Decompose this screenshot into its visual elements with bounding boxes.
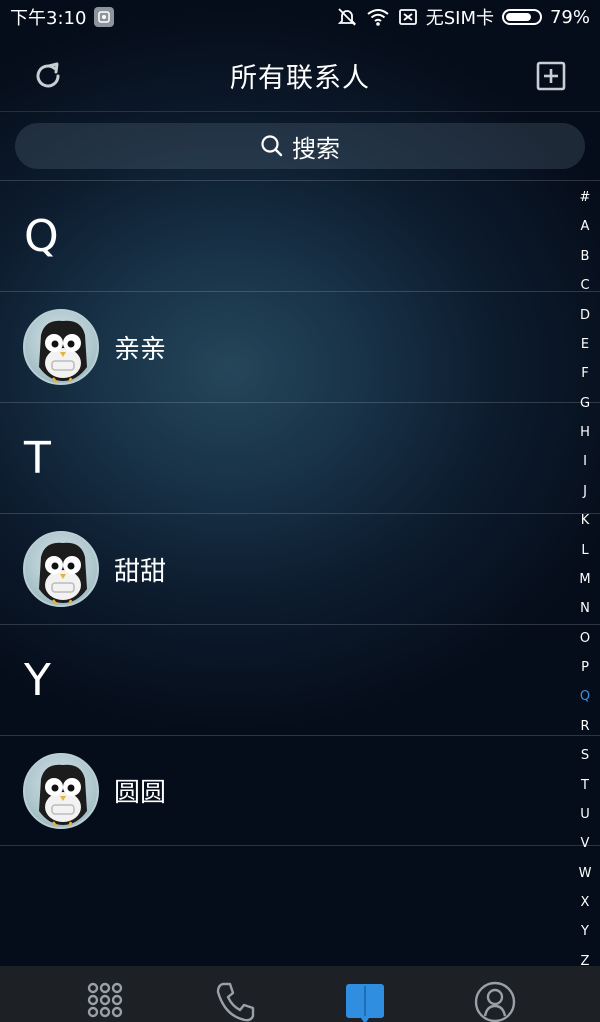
index-letter-hash[interactable]: # bbox=[580, 190, 591, 206]
index-letter-n[interactable]: N bbox=[580, 601, 590, 617]
contact-name: 圆圆 bbox=[114, 778, 167, 808]
carrier-label: 无SIM卡 bbox=[425, 8, 494, 29]
index-letter-r[interactable]: R bbox=[580, 719, 589, 735]
index-letter-t[interactable]: T bbox=[581, 778, 589, 794]
phone-icon bbox=[216, 982, 255, 1022]
contact-list: Q 亲亲 T 甜甜 Y 圆圆 bbox=[0, 180, 600, 846]
avatar bbox=[23, 531, 99, 607]
mute-bell-icon bbox=[337, 8, 356, 26]
search-label: 搜索 bbox=[292, 134, 340, 163]
status-time: 下午3:10 bbox=[10, 8, 87, 29]
index-letter-u[interactable]: U bbox=[580, 807, 590, 823]
index-letter-d[interactable]: D bbox=[580, 308, 590, 324]
owl-avatar-icon bbox=[39, 320, 87, 383]
notification-app-icon bbox=[94, 7, 115, 27]
index-letter-c[interactable]: C bbox=[580, 278, 589, 294]
section-letter: Q bbox=[24, 210, 59, 262]
section-header-y: Y bbox=[0, 624, 600, 735]
contact-name: 亲亲 bbox=[114, 334, 167, 365]
nav-dialpad[interactable] bbox=[75, 980, 135, 1022]
index-letter-s[interactable]: S bbox=[581, 748, 589, 764]
nav-calls[interactable] bbox=[205, 980, 265, 1022]
refresh-icon[interactable] bbox=[30, 58, 66, 94]
contact-row[interactable]: 亲亲 bbox=[0, 291, 600, 402]
index-letter-y[interactable]: Y bbox=[581, 924, 589, 940]
owl-avatar-icon bbox=[39, 542, 87, 605]
contact-name: 甜甜 bbox=[114, 556, 167, 587]
index-letter-a[interactable]: A bbox=[581, 219, 590, 235]
status-right: 无SIM卡 79% bbox=[336, 4, 590, 30]
page-title: 所有联系人 bbox=[230, 63, 370, 94]
dialpad-icon bbox=[87, 982, 123, 1018]
index-letter-p[interactable]: P bbox=[581, 660, 589, 676]
index-letter-h[interactable]: H bbox=[580, 425, 590, 441]
title-bar: 所有联系人 bbox=[0, 40, 600, 112]
index-letter-w[interactable]: W bbox=[579, 866, 592, 882]
no-sim-icon bbox=[398, 9, 417, 25]
bottom-nav bbox=[0, 966, 600, 1022]
battery-icon bbox=[501, 9, 542, 25]
section-header-t: T bbox=[0, 402, 600, 513]
avatar bbox=[23, 309, 99, 385]
index-letter-o[interactable]: O bbox=[580, 631, 590, 647]
alphabet-index[interactable]: # A B C D E F G H I J K L M N O P Q R S T U V W X Y Z bbox=[570, 190, 600, 970]
section-header-q: Q bbox=[0, 180, 600, 291]
index-letter-k[interactable]: K bbox=[581, 513, 590, 529]
search-input[interactable]: 搜索 bbox=[15, 123, 585, 169]
index-letter-g[interactable]: G bbox=[580, 396, 590, 412]
status-left: 下午3:10 bbox=[10, 4, 115, 30]
index-letter-i[interactable]: I bbox=[583, 454, 587, 470]
contact-row[interactable]: 圆圆 bbox=[0, 735, 600, 846]
index-letter-l[interactable]: L bbox=[581, 543, 588, 559]
nav-profile[interactable] bbox=[465, 980, 525, 1022]
add-contact-icon[interactable] bbox=[533, 58, 569, 94]
index-letter-b[interactable]: B bbox=[581, 249, 590, 265]
contact-row[interactable]: 甜甜 bbox=[0, 513, 600, 624]
index-letter-f[interactable]: F bbox=[581, 366, 588, 382]
status-bar: 下午3:10 无SIM卡 79% bbox=[0, 0, 600, 34]
section-letter: T bbox=[24, 432, 51, 484]
profile-icon bbox=[474, 981, 516, 1022]
index-letter-e[interactable]: E bbox=[581, 337, 589, 353]
search-icon bbox=[261, 135, 283, 157]
nav-contacts[interactable] bbox=[335, 980, 395, 1022]
section-letter: Y bbox=[24, 654, 51, 706]
battery-percent: 79% bbox=[549, 6, 590, 28]
wifi-icon bbox=[367, 9, 389, 26]
index-letter-x[interactable]: X bbox=[581, 895, 590, 911]
contacts-book-icon bbox=[346, 984, 384, 1022]
battery-fill bbox=[505, 13, 532, 21]
index-letter-v[interactable]: V bbox=[581, 836, 590, 852]
owl-avatar-icon bbox=[39, 764, 87, 827]
index-letter-j[interactable]: J bbox=[583, 484, 587, 500]
avatar bbox=[23, 752, 99, 829]
index-letter-q[interactable]: Q bbox=[580, 689, 590, 705]
index-letter-m[interactable]: M bbox=[579, 572, 590, 588]
